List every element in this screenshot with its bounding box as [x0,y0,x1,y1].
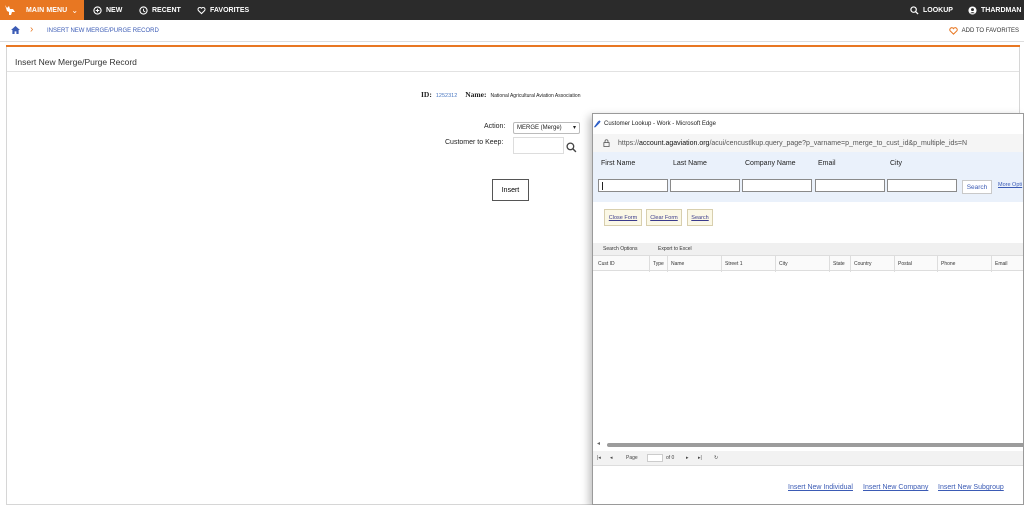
url-prefix: https:// [618,139,640,147]
recent-button[interactable]: RECENT [139,0,181,20]
divider [7,71,1019,72]
breadcrumb-current[interactable]: INSERT NEW MERGE/PURGE RECORD [47,28,159,34]
last-page-icon[interactable]: ▸| [698,455,702,461]
column-header[interactable]: Name [667,256,721,272]
export-to-excel-link[interactable]: Export to Excel [658,246,692,252]
company-name-label: Company Name [745,160,796,167]
column-header[interactable]: Postal [894,256,937,272]
column-header[interactable]: Type [649,256,667,272]
chevron-right-icon: › [30,24,34,35]
url-path: /acui/cencustlkup.query_page?p_varname=p… [709,139,968,147]
clear-form-button[interactable]: Clear Form [646,209,682,226]
page-of-label: of 0 [666,455,675,461]
page-title: Insert New Merge/Purge Record [15,57,137,67]
results-grid-header: Cust ID Type Name Street 1 City State Co… [593,255,1023,272]
customer-lookup-window: Customer Lookup - Work - Microsoft Edge … [592,113,1024,505]
lookup-button[interactable]: LOOKUP [910,0,953,20]
insert-new-subgroup-link[interactable]: Insert New Subgroup [938,484,1004,491]
window-title: Customer Lookup - Work - Microsoft Edge [604,121,716,127]
name-label: Name: [465,90,487,99]
page-label: Page [626,455,638,461]
favorites-label: FAVORITES [210,6,250,14]
search-icon[interactable] [566,140,577,158]
scrollbar-thumb[interactable] [607,443,1023,447]
home-icon[interactable] [11,26,20,36]
scroll-left-icon[interactable]: ◂ [597,440,600,447]
breadcrumb: › INSERT NEW MERGE/PURGE RECORD ADD TO F… [0,20,1024,42]
email-input[interactable] [815,179,885,192]
city-label: City [890,160,903,167]
search-button[interactable]: Search [962,180,992,194]
next-page-icon[interactable]: ▸ [686,455,689,461]
prev-page-icon[interactable]: ◂ [610,455,613,461]
favorites-button[interactable]: FAVORITES [197,0,249,20]
company-name-input[interactable] [742,179,812,192]
email-label: Email [818,160,836,167]
deer-logo-icon [0,0,20,20]
last-name-input[interactable] [670,179,740,192]
add-to-favorites-label: ADD TO FAVORITES [961,28,1019,34]
more-options-link[interactable]: More Opti [998,182,1022,188]
first-name-input[interactable] [598,179,668,192]
column-header[interactable]: State [829,256,850,272]
id-value-link[interactable]: 1252312 [436,93,457,99]
heart-icon [197,6,206,14]
url-domain: account.agaviation.org [639,139,710,147]
grid-toolbar: Search Options Export to Excel [593,243,1023,255]
new-button[interactable]: NEW [93,0,122,20]
action-select-value: MERGE (Merge) [517,125,562,131]
column-header[interactable]: Email [991,256,1023,272]
action-select[interactable]: MERGE (Merge) ▾ [513,122,580,134]
window-title-bar: Customer Lookup - Work - Microsoft Edge [593,114,1023,134]
refresh-icon[interactable]: ↻ [714,455,718,461]
column-header[interactable]: Phone [937,256,991,272]
dropdown-caret-icon: ▾ [572,125,576,131]
edge-tab-icon [593,120,601,128]
top-nav-bar: MAIN MENU ⌄ NEW RECENT FAVORITES LOOKUP … [0,0,1024,20]
new-label: NEW [106,6,123,14]
insert-links-footer: Insert New Individual Insert New Company… [593,465,1023,504]
city-input[interactable] [887,179,957,192]
action-label: Action: [484,123,506,130]
customer-to-keep-input[interactable] [513,137,564,154]
last-name-label: Last Name [673,160,707,167]
customer-to-keep-label: Customer to Keep: [445,139,504,146]
first-page-icon[interactable]: |◂ [597,455,601,461]
insert-new-company-link[interactable]: Insert New Company [863,484,928,491]
close-form-button[interactable]: Close Form [604,209,642,226]
lookup-search-form: First Name Last Name Company Name Email … [593,152,1023,202]
column-header[interactable]: City [775,256,829,272]
horizontal-scrollbar[interactable]: ◂ [597,440,1023,448]
add-to-favorites-button[interactable]: ADD TO FAVORITES [948,27,1019,35]
lookup-label: LOOKUP [923,6,953,14]
column-header[interactable]: Country [850,256,894,272]
insert-new-individual-link[interactable]: Insert New Individual [788,484,853,491]
lock-icon [603,139,610,147]
name-value: National Agricultural Aviation Associati… [490,93,581,99]
search-icon [910,5,919,15]
page-number-input[interactable] [647,454,663,462]
history-icon [139,5,148,15]
main-menu-label: MAIN MENU [26,6,68,14]
user-menu[interactable]: THARDMAN [968,0,1021,20]
address-bar[interactable]: https://account.agaviation.org/acui/cenc… [593,134,1023,152]
recent-label: RECENT [152,6,181,14]
main-menu-button[interactable]: MAIN MENU ⌄ [0,0,84,20]
search-form-button[interactable]: Search [687,209,713,226]
plus-circle-icon [93,5,102,15]
grid-pager: |◂ ◂ Page of 0 ▸ ▸| ↻ [593,451,1023,465]
user-icon [968,5,977,15]
record-id-row: ID: 1252312 Name: National Agricultural … [421,90,580,99]
column-header[interactable]: Street 1 [721,256,775,272]
column-header[interactable]: Cust ID [595,256,649,272]
search-options-link[interactable]: Search Options [603,246,637,252]
first-name-label: First Name [601,160,636,167]
chevron-down-icon: ⌄ [71,5,79,15]
id-label: ID: [421,90,432,99]
user-name: THARDMAN [981,6,1022,14]
heart-icon [948,27,958,35]
insert-button[interactable]: Insert [492,179,529,201]
